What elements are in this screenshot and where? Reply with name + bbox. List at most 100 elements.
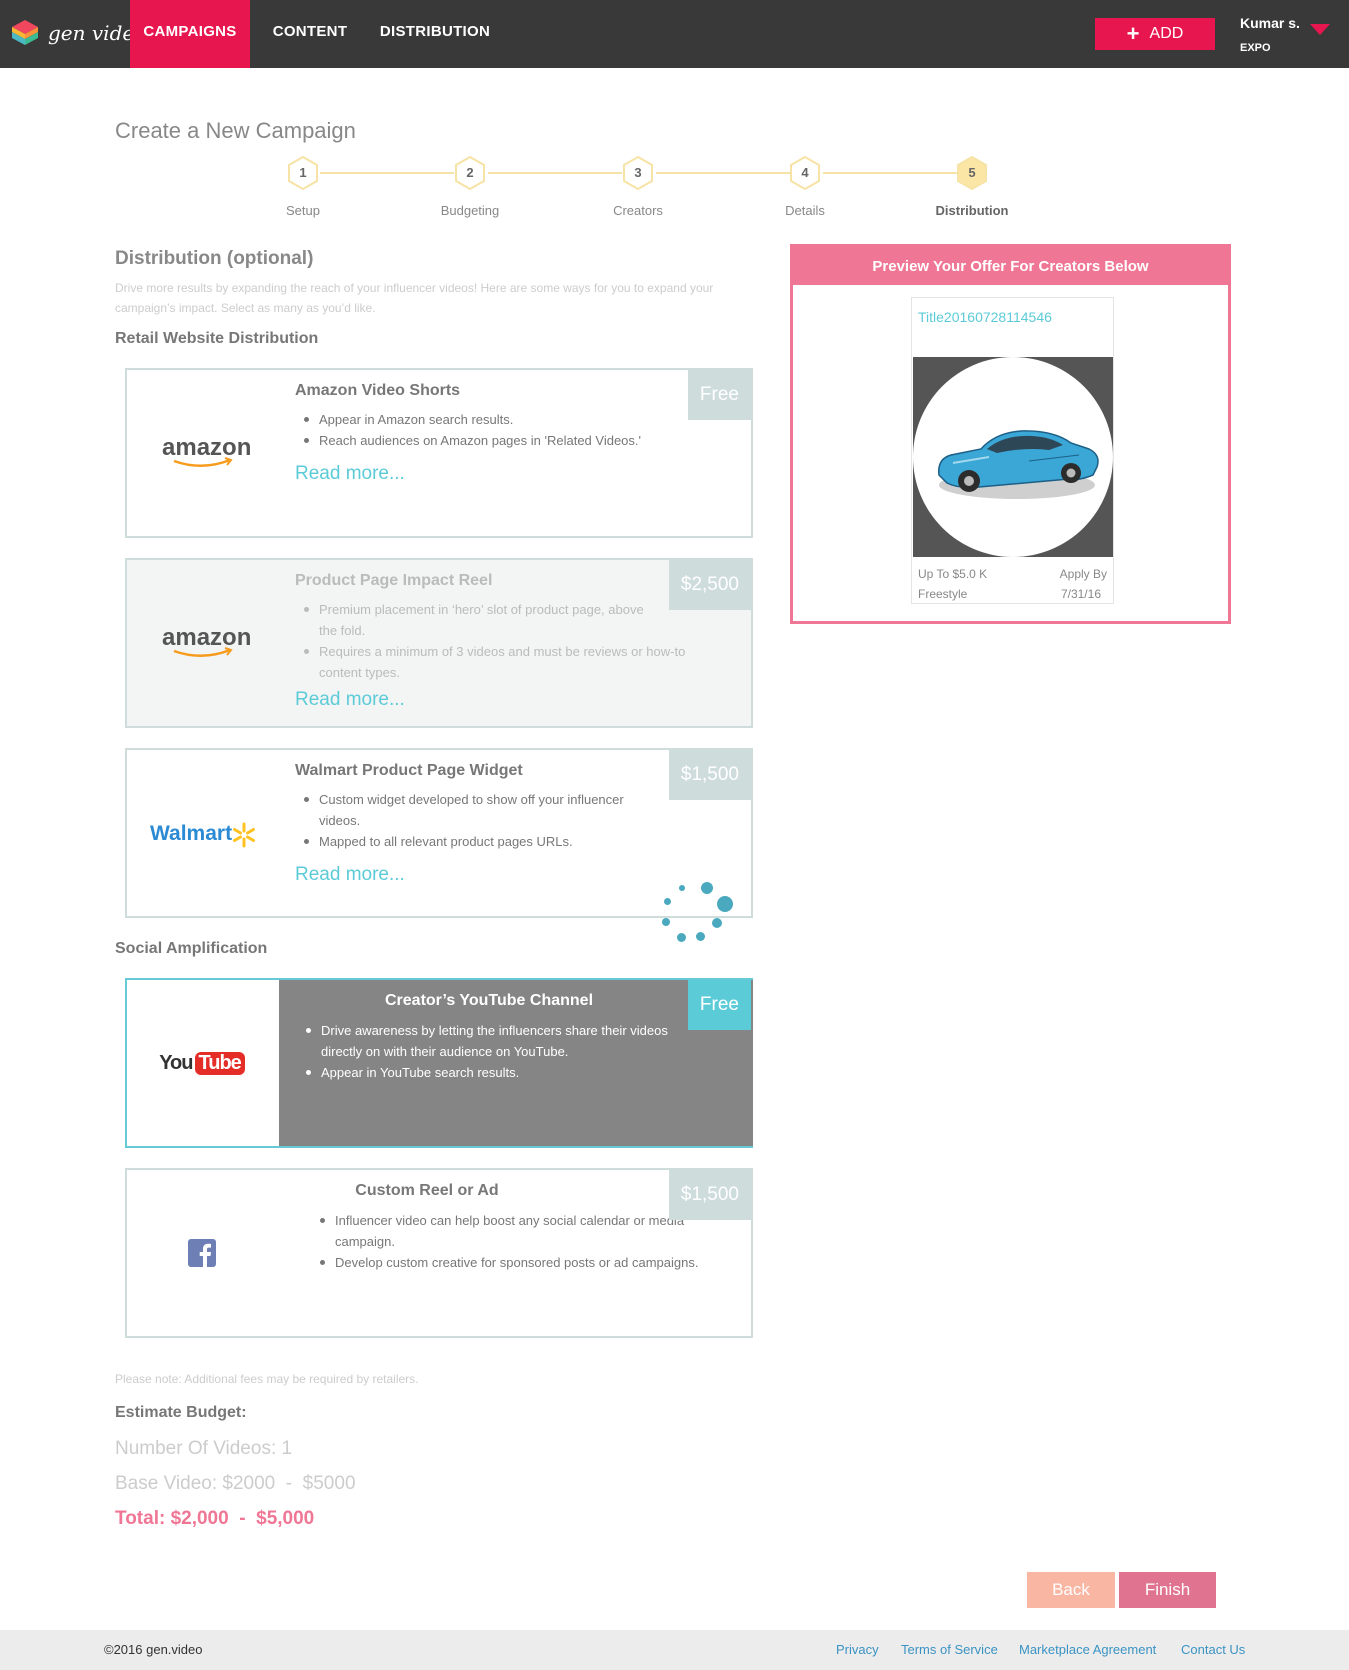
youtube-wordmark: You Tube xyxy=(159,1051,245,1075)
walmart-logo-text: Walmart xyxy=(150,822,232,845)
footer-link-privacy[interactable]: Privacy xyxy=(836,1642,879,1657)
walmart-logo: Walmart xyxy=(127,750,277,916)
step-4-badge[interactable]: 4 xyxy=(788,156,822,190)
step-label-creators: Creators xyxy=(613,203,663,218)
top-navigation-bar: gen video CAMPAIGNS CONTENT DISTRIBUTION… xyxy=(0,0,1349,68)
distribution-intro: Drive more results by expanding the reac… xyxy=(115,281,714,315)
step-connector xyxy=(320,172,454,174)
retail-distribution-heading: Retail Website Distribution xyxy=(115,330,319,347)
price-tag: Free xyxy=(687,980,751,1030)
card-bullet: Appear in Amazon search results. xyxy=(304,409,735,430)
step-label-details: Details xyxy=(785,203,825,218)
step-2-badge[interactable]: 2 xyxy=(453,156,487,190)
card-bullet: Mapped to all relevant product pages URL… xyxy=(304,831,735,852)
step-number: 5 xyxy=(968,165,976,180)
card-body: Amazon Video Shorts Appear in Amazon sea… xyxy=(295,382,735,485)
offer-title: Title20160728114546 xyxy=(918,309,1052,325)
estimate-budget-heading: Estimate Budget: xyxy=(115,1404,247,1421)
walmart-product-page-widget-card[interactable]: Walmart Walmart Product Page Widget Cust… xyxy=(125,748,753,918)
card-bullet: Influencer video can help boost any soci… xyxy=(320,1210,685,1252)
offer-image xyxy=(913,357,1113,557)
amazon-logo: amazon xyxy=(127,560,277,726)
distribution-heading: Distribution (optional) xyxy=(115,248,314,269)
step-label-budgeting: Budgeting xyxy=(440,203,500,218)
step-1-badge[interactable]: 1 xyxy=(286,156,320,190)
add-button[interactable]: + ADD xyxy=(1095,18,1215,50)
blue-car-image xyxy=(938,430,1099,499)
price-tag: $1,500 xyxy=(668,1170,751,1220)
back-button[interactable]: Back xyxy=(1027,1572,1115,1608)
card-bullet: Requires a minimum of 3 videos and must … xyxy=(304,641,715,683)
footer-link-contact[interactable]: Contact Us xyxy=(1181,1642,1245,1657)
user-menu-caret-icon[interactable] xyxy=(1310,24,1330,35)
finish-button[interactable]: Finish xyxy=(1119,1572,1216,1608)
card-title: Custom Reel or Ad xyxy=(355,1182,499,1199)
price-tag: $2,500 xyxy=(668,560,751,610)
amazon-logo-text: amazon xyxy=(162,624,251,651)
custom-reel-or-ad-card[interactable]: Custom Reel or Ad Influencer video can h… xyxy=(125,1168,753,1338)
amazon-logo-text: amazon xyxy=(162,434,251,461)
step-number: 3 xyxy=(634,165,642,180)
nav-distribution[interactable]: DISTRIBUTION xyxy=(372,0,498,68)
number-of-videos: Number Of Videos: 1 xyxy=(115,1438,293,1459)
product-page-impact-reel-card[interactable]: amazon Product Page Impact Reel Premium … xyxy=(125,558,753,728)
youtube-card-panel: Creator’s YouTube Channel Drive awarenes… xyxy=(279,980,753,1146)
step-connector xyxy=(488,172,622,174)
nav-campaigns[interactable]: CAMPAIGNS xyxy=(130,0,250,68)
card-bullets: Premium placement in ‘hero’ slot of prod… xyxy=(295,599,715,683)
youtube-logo: You Tube xyxy=(127,980,277,1146)
social-amplification-heading: Social Amplification xyxy=(115,940,268,957)
offer-type: Freestyle xyxy=(918,587,968,601)
amazon-logo: amazon xyxy=(127,370,277,536)
amazon-video-shorts-card[interactable]: amazon Amazon Video Shorts Appear in Ama… xyxy=(125,368,753,538)
user-name[interactable]: Kumar s. xyxy=(1240,15,1300,31)
step-connector xyxy=(656,172,790,174)
brand-logo[interactable]: gen video xyxy=(10,18,146,48)
budget-total: Total: $2,000 - $5,000 xyxy=(115,1508,315,1529)
read-more-link[interactable]: Read more... xyxy=(295,463,735,485)
step-number: 2 xyxy=(466,165,474,180)
logo-mark-icon xyxy=(12,20,38,45)
preview-heading: Preview Your Offer For Creators Below xyxy=(793,247,1228,285)
nav-content[interactable]: CONTENT xyxy=(262,0,358,68)
offer-preview-panel: Preview Your Offer For Creators Below Ti… xyxy=(790,244,1231,624)
offer-apply-label: Apply By xyxy=(1059,567,1107,581)
plus-icon: + xyxy=(1126,21,1140,46)
price-tag: Free xyxy=(687,370,751,420)
youtube-tube: Tube xyxy=(194,1051,245,1075)
step-label-distribution: Distribution xyxy=(935,203,1009,218)
add-button-label: ADD xyxy=(1149,25,1184,42)
footer-link-terms[interactable]: Terms of Service xyxy=(901,1642,998,1657)
card-bullet: Reach audiences on Amazon pages in 'Rela… xyxy=(304,430,735,451)
offer-apply-date: 7/31/16 xyxy=(1060,587,1101,601)
base-video-cost: Base Video: $2000 - $5000 xyxy=(115,1473,356,1494)
step-5-badge[interactable]: 5 xyxy=(955,156,989,190)
footer: ©2016 gen.video Privacy Terms of Service… xyxy=(0,1630,1349,1670)
card-title: Creator’s YouTube Channel xyxy=(384,992,594,1009)
card-bullet: Develop custom creative for sponsored po… xyxy=(320,1252,725,1273)
copyright: ©2016 gen.video xyxy=(104,1642,203,1657)
loading-spinner-icon xyxy=(660,880,733,950)
step-connector xyxy=(823,172,957,174)
card-title: Amazon Video Shorts xyxy=(295,382,461,399)
footer-link-marketplace-agreement[interactable]: Marketplace Agreement xyxy=(1019,1642,1156,1657)
step-3-badge[interactable]: 3 xyxy=(621,156,655,190)
step-number: 4 xyxy=(801,165,809,180)
user-organization: EXPO xyxy=(1240,42,1271,54)
offer-card[interactable]: Title20160728114546 Up To $5.0 K Freesty… xyxy=(911,297,1114,604)
read-more-link[interactable]: Read more... xyxy=(295,689,735,711)
offer-budget: Up To $5.0 K xyxy=(918,567,988,581)
step-number: 1 xyxy=(299,165,307,180)
card-bullets: Influencer video can help boost any soci… xyxy=(320,1210,725,1273)
youtube-channel-card[interactable]: You Tube Creator’s YouTube Channel Drive… xyxy=(125,978,753,1148)
page-title: Create a New Campaign xyxy=(115,118,356,143)
card-bullet: Premium placement in ‘hero’ slot of prod… xyxy=(304,599,649,641)
card-bullets: Drive awareness by letting the influence… xyxy=(306,1020,681,1083)
card-bullet: Custom widget developed to show off your… xyxy=(304,789,659,831)
retailer-fee-note: Please note: Additional fees may be requ… xyxy=(115,1372,419,1386)
facebook-icon xyxy=(188,1239,216,1267)
card-bullet: Drive awareness by letting the influence… xyxy=(306,1020,681,1062)
price-tag: $1,500 xyxy=(668,750,751,800)
step-label-setup: Setup xyxy=(286,203,320,218)
card-bullets: Appear in Amazon search results. Reach a… xyxy=(295,409,735,451)
